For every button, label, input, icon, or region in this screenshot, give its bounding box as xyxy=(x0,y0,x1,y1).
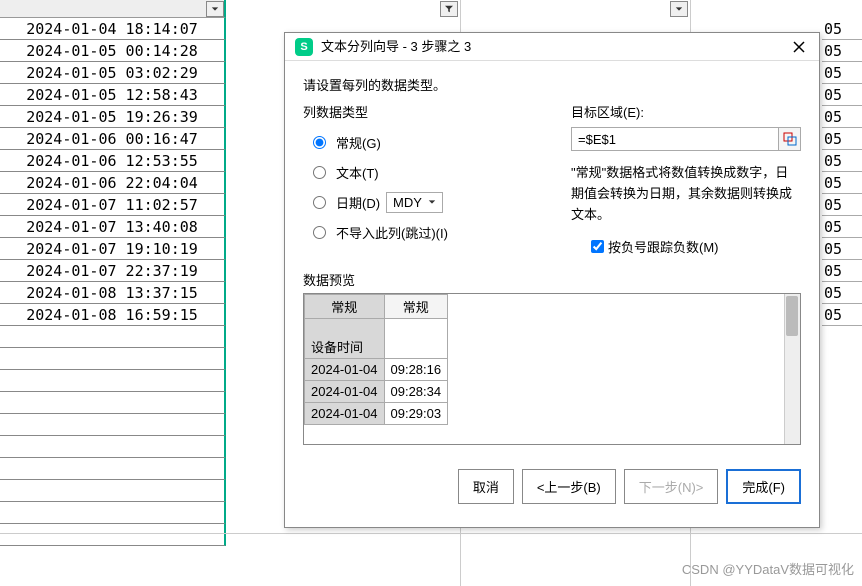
preview-header-1[interactable]: 常规 xyxy=(305,295,385,319)
cell[interactable]: 2024-01-07 13:40:08 xyxy=(0,216,226,238)
radio-date-label: 日期(D) xyxy=(336,193,380,212)
radio-skip-input[interactable] xyxy=(313,226,326,239)
cell[interactable]: 05 xyxy=(822,216,862,238)
radio-date-input[interactable] xyxy=(313,196,326,209)
cell[interactable]: 05 xyxy=(822,84,862,106)
chevron-down-icon xyxy=(428,198,436,206)
cell-empty[interactable] xyxy=(0,524,226,546)
preview-box: 常规 常规 设备时间 2024-01-0409:28:16 2024-01-04… xyxy=(303,293,801,445)
cell[interactable]: 2024-01-05 12:58:43 xyxy=(0,84,226,106)
cell-empty[interactable] xyxy=(0,392,226,414)
radio-skip[interactable]: 不导入此列(跳过)(I) xyxy=(313,217,551,247)
format-description: "常规"数据格式将数值转换成数字，日期值会转换为日期，其余数据则转换成文本。 xyxy=(571,163,801,225)
preview-header-2[interactable]: 常规 xyxy=(384,295,448,319)
target-area-label: 目标区域(E): xyxy=(571,102,801,121)
next-button: 下一步(N)> xyxy=(624,469,719,504)
cell[interactable]: 2024-01-07 11:02:57 xyxy=(0,194,226,216)
date-format-select[interactable]: MDY xyxy=(386,192,443,213)
col-header-a xyxy=(0,0,226,18)
preview-col1-header: 设备时间 xyxy=(305,319,385,359)
cell[interactable]: 05 xyxy=(822,18,862,40)
preview-cell: 2024-01-04 xyxy=(305,381,385,403)
column-right: 0505050505050505050505050505 xyxy=(822,18,862,326)
preview-cell: 2024-01-04 xyxy=(305,403,385,425)
negative-checkbox-row[interactable]: 按负号跟踪负数(M) xyxy=(591,237,801,256)
cancel-button[interactable]: 取消 xyxy=(458,469,514,504)
cell[interactable]: 05 xyxy=(822,238,862,260)
cell[interactable]: 05 xyxy=(822,128,862,150)
dialog-title: 文本分列向导 - 3 步骤之 3 xyxy=(321,33,471,61)
cell[interactable]: 2024-01-05 03:02:29 xyxy=(0,62,226,84)
cell[interactable]: 05 xyxy=(822,106,862,128)
radio-general-input[interactable] xyxy=(313,136,326,149)
negative-checkbox[interactable] xyxy=(591,240,604,253)
target-area-input[interactable] xyxy=(572,132,778,147)
cell[interactable]: 05 xyxy=(822,194,862,216)
range-picker-button[interactable] xyxy=(778,128,800,150)
cell[interactable]: 2024-01-08 13:37:15 xyxy=(0,282,226,304)
radio-text[interactable]: 文本(T) xyxy=(313,157,551,187)
cell[interactable]: 2024-01-07 19:10:19 xyxy=(0,238,226,260)
filter-dropdown-b[interactable] xyxy=(440,1,458,17)
cell-empty[interactable] xyxy=(0,436,226,458)
scrollbar-thumb[interactable] xyxy=(786,296,798,336)
app-logo-icon: S xyxy=(295,38,313,56)
column-a[interactable]: 2024-01-04 18:14:072024-01-05 00:14:2820… xyxy=(0,18,226,546)
cell[interactable]: 05 xyxy=(822,172,862,194)
radio-date[interactable]: 日期(D) MDY xyxy=(313,187,551,217)
preview-table[interactable]: 常规 常规 设备时间 2024-01-0409:28:16 2024-01-04… xyxy=(304,294,448,425)
close-button[interactable] xyxy=(789,37,809,57)
preview-label: 数据预览 xyxy=(303,270,801,289)
preview-scrollbar[interactable] xyxy=(784,294,800,444)
cell[interactable]: 2024-01-06 00:16:47 xyxy=(0,128,226,150)
preview-cell: 09:29:03 xyxy=(384,403,448,425)
cell[interactable]: 2024-01-07 22:37:19 xyxy=(0,260,226,282)
cell[interactable]: 2024-01-06 12:53:55 xyxy=(0,150,226,172)
cell[interactable]: 2024-01-05 00:14:28 xyxy=(0,40,226,62)
cell-empty[interactable] xyxy=(0,458,226,480)
back-button[interactable]: <上一步(B) xyxy=(522,469,616,504)
cell[interactable]: 05 xyxy=(822,282,862,304)
cell[interactable]: 2024-01-08 16:59:15 xyxy=(0,304,226,326)
radio-general[interactable]: 常规(G) xyxy=(313,127,551,157)
preview-cell: 09:28:34 xyxy=(384,381,448,403)
cell[interactable]: 05 xyxy=(822,150,862,172)
cell[interactable]: 05 xyxy=(822,40,862,62)
cell-empty[interactable] xyxy=(0,370,226,392)
cell[interactable]: 2024-01-04 18:14:07 xyxy=(0,18,226,40)
column-type-label: 列数据类型 xyxy=(303,102,551,121)
preview-cell: 2024-01-04 xyxy=(305,359,385,381)
filter-dropdown-a[interactable] xyxy=(206,1,224,17)
text-to-columns-dialog: S 文本分列向导 - 3 步骤之 3 请设置每列的数据类型。 列数据类型 常规(… xyxy=(284,32,820,528)
cell-empty[interactable] xyxy=(0,326,226,348)
cell[interactable]: 2024-01-05 19:26:39 xyxy=(0,106,226,128)
cell-empty[interactable] xyxy=(0,414,226,436)
radio-text-label: 文本(T) xyxy=(336,163,379,182)
radio-skip-label: 不导入此列(跳过)(I) xyxy=(336,223,448,242)
negative-checkbox-label: 按负号跟踪负数(M) xyxy=(608,237,719,256)
cell[interactable]: 05 xyxy=(822,304,862,326)
radio-text-input[interactable] xyxy=(313,166,326,179)
cell-empty[interactable] xyxy=(0,348,226,370)
cell-empty[interactable] xyxy=(0,502,226,524)
finish-button[interactable]: 完成(F) xyxy=(726,469,801,504)
cell[interactable]: 2024-01-06 22:04:04 xyxy=(0,172,226,194)
radio-general-label: 常规(G) xyxy=(336,133,381,152)
preview-cell: 09:28:16 xyxy=(384,359,448,381)
close-icon xyxy=(792,40,806,54)
dialog-titlebar: S 文本分列向导 - 3 步骤之 3 xyxy=(285,33,819,61)
cell[interactable]: 05 xyxy=(822,62,862,84)
target-area-field xyxy=(571,127,801,151)
range-picker-icon xyxy=(783,132,797,146)
filter-dropdown-c[interactable] xyxy=(670,1,688,17)
cell-empty[interactable] xyxy=(0,480,226,502)
gridline xyxy=(0,533,862,534)
cell[interactable]: 05 xyxy=(822,260,862,282)
instruction-text: 请设置每列的数据类型。 xyxy=(303,75,801,94)
date-format-value: MDY xyxy=(393,195,422,210)
watermark: CSDN @YYDataV数据可视化 xyxy=(682,559,854,578)
